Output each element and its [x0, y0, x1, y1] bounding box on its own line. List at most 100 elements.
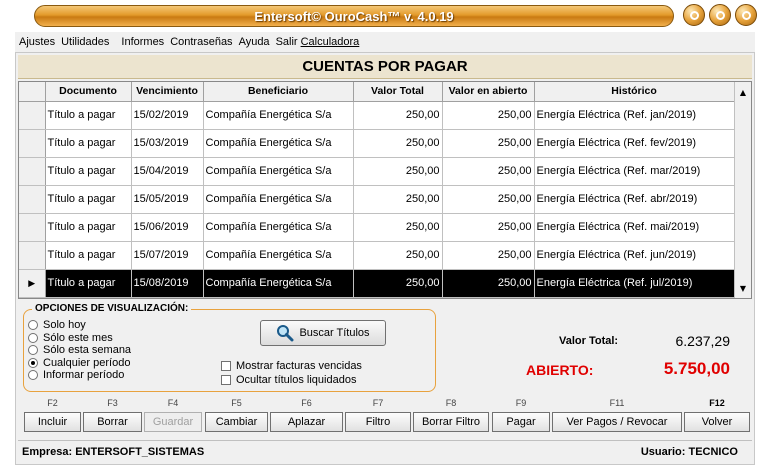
table-cell: 250,00 [353, 213, 443, 242]
title-pill[interactable]: Entersoft© OuroCash™ v. 4.0.19 [34, 5, 674, 27]
table-cell: 250,00 [442, 241, 535, 270]
table-cell: 250,00 [442, 269, 535, 298]
column-header[interactable]: Vencimiento [131, 82, 204, 102]
scroll-down-icon[interactable]: ▼ [735, 280, 751, 296]
menu-salir[interactable]: Salir [276, 36, 298, 48]
magnifier-icon [277, 325, 294, 342]
table-cell: Compañía Energética S/a [203, 185, 354, 214]
checkbox-icon[interactable] [221, 361, 231, 371]
menu-calculadora[interactable]: Calculadora [301, 36, 360, 48]
column-header[interactable]: Valor Total [353, 82, 443, 102]
row-indicator[interactable] [19, 101, 46, 130]
scroll-up-icon[interactable]: ▲ [735, 84, 751, 100]
menu-informes[interactable]: Informes [121, 36, 164, 48]
view-radio-option[interactable]: Informar período [28, 369, 124, 381]
accounts-grid[interactable]: Documento Vencimiento Beneficiario Valor… [18, 81, 752, 299]
table-cell: 250,00 [353, 241, 443, 270]
table-cell: 250,00 [353, 129, 443, 158]
table-cell: Compañía Energética S/a [203, 213, 354, 242]
row-indicator[interactable] [19, 129, 46, 158]
view-radio-option[interactable]: Solo hoy [28, 319, 86, 331]
status-bar: Empresa: ENTERSOFT_SISTEMAS Usuario: TEC… [18, 440, 752, 462]
view-options-group: OPCIONES DE VISUALIZACIÓN: Solo hoy Sólo … [23, 303, 436, 392]
total-label: Valor Total: [559, 335, 619, 347]
table-row[interactable]: Título a pagar 15/06/2019 Compañía Energét… [19, 213, 735, 242]
view-radio-option[interactable]: Sólo este mes [28, 332, 113, 344]
radio-label: Sólo esta semana [43, 344, 132, 356]
fkey-button-pagar[interactable]: Pagar [492, 412, 550, 432]
indicator-header [19, 82, 46, 102]
fkey-label: F4 [167, 398, 179, 408]
fkey-label: F8 [445, 398, 457, 408]
column-header[interactable]: Documento [45, 82, 132, 102]
minimize-button[interactable] [683, 4, 705, 26]
radio-icon[interactable] [28, 357, 38, 368]
table-row[interactable]: Título a pagar 15/02/2019 Compañía Energét… [19, 101, 735, 130]
table-cell: Energía Eléctrica (Ref. mar/2019) [534, 157, 735, 186]
table-cell: Energía Eléctrica (Ref. jan/2019) [534, 101, 735, 130]
row-indicator[interactable] [19, 157, 46, 186]
fkey-button-incluir[interactable]: Incluir [24, 412, 81, 432]
fkey-button-guardar[interactable]: Guardar [144, 412, 202, 432]
table-cell: 15/05/2019 [131, 185, 204, 214]
fkey-button-borrar[interactable]: Borrar [83, 412, 142, 432]
view-radio-option[interactable]: Cualquier período [28, 357, 130, 369]
radio-icon[interactable] [28, 320, 38, 330]
menu-utilidades[interactable]: Utilidades [61, 36, 109, 48]
fkey-button-filtro[interactable]: Filtro [345, 412, 411, 432]
table-cell: Título a pagar [45, 185, 132, 214]
fkey-label: F3 [107, 398, 118, 408]
column-header[interactable]: Valor en abierto [442, 82, 535, 102]
fkey-button-aplazar[interactable]: Aplazar [270, 412, 343, 432]
table-cell: Título a pagar [45, 101, 132, 130]
user-status: Usuario: TECNICO [640, 445, 738, 458]
checkbox-label: Ocultar títulos liquidados [236, 374, 357, 386]
function-keys-bar: F2 Incluir F3 Borrar F4 Guardar F5 Cambiar F6 Apl… [18, 398, 752, 434]
checkbox-icon[interactable] [221, 375, 231, 385]
fkey-button-ver-pagos-revocar[interactable]: Ver Pagos / Revocar [552, 412, 682, 432]
column-header[interactable]: Histórico [534, 82, 735, 102]
close-button[interactable] [735, 4, 757, 26]
fkey-button-cambiar[interactable]: Cambiar [205, 412, 268, 432]
table-row[interactable]: Título a pagar 15/03/2019 Compañía Energét… [19, 129, 735, 158]
fkey-label: F9 [515, 398, 527, 408]
table-cell: 15/03/2019 [131, 129, 204, 158]
menu-contrasenas[interactable]: Contraseñas [170, 36, 232, 48]
maximize-button[interactable] [709, 4, 731, 26]
row-indicator[interactable]: ▶ [19, 269, 46, 298]
checkbox-label: Mostrar facturas vencidas [236, 360, 362, 372]
column-header[interactable]: Beneficiario [203, 82, 354, 102]
row-indicator[interactable] [19, 241, 46, 270]
row-indicator[interactable] [19, 185, 46, 214]
view-options-legend: OPCIONES DE VISUALIZACIÓN: [32, 303, 192, 314]
table-row[interactable]: ▶ Título a pagar 15/08/2019 Compañía Energé… [19, 269, 735, 298]
fkey-button-volver[interactable]: Volver [684, 412, 750, 432]
table-cell: 250,00 [442, 213, 535, 242]
table-cell: Energía Eléctrica (Ref. fev/2019) [534, 129, 735, 158]
table-cell: Energía Eléctrica (Ref. jun/2019) [534, 241, 735, 270]
table-cell: 15/08/2019 [131, 269, 204, 298]
view-radio-option[interactable]: Sólo esta semana [28, 344, 131, 356]
menu-ayuda[interactable]: Ayuda [239, 36, 270, 48]
table-cell: 250,00 [442, 185, 535, 214]
radio-icon[interactable] [28, 370, 38, 380]
table-cell: Compañía Energética S/a [203, 241, 354, 270]
table-cell: 250,00 [353, 269, 443, 298]
search-titles-button[interactable]: Buscar Títulos [260, 320, 386, 346]
table-cell: Título a pagar [45, 129, 132, 158]
table-row[interactable]: Título a pagar 15/04/2019 Compañía Energét… [19, 157, 735, 186]
search-button-label: Buscar Títulos [299, 327, 370, 339]
table-cell: 15/07/2019 [131, 241, 204, 270]
radio-icon[interactable] [28, 332, 38, 343]
table-cell: Título a pagar [45, 269, 132, 298]
table-row[interactable]: Título a pagar 15/05/2019 Compañía Energét… [19, 185, 735, 214]
filter-checkbox[interactable]: Ocultar títulos liquidados [221, 374, 356, 386]
filter-checkbox[interactable]: Mostrar facturas vencidas [221, 360, 362, 372]
table-row[interactable]: Título a pagar 15/07/2019 Compañía Energét… [19, 241, 735, 270]
radio-icon[interactable] [28, 345, 38, 355]
table-cell: 250,00 [353, 157, 443, 186]
vertical-scrollbar[interactable]: ▲ ▼ [734, 82, 751, 298]
menu-ajustes[interactable]: Ajustes [19, 36, 55, 48]
row-indicator[interactable] [19, 213, 46, 242]
fkey-button-borrar-filtro[interactable]: Borrar Filtro [413, 412, 489, 432]
